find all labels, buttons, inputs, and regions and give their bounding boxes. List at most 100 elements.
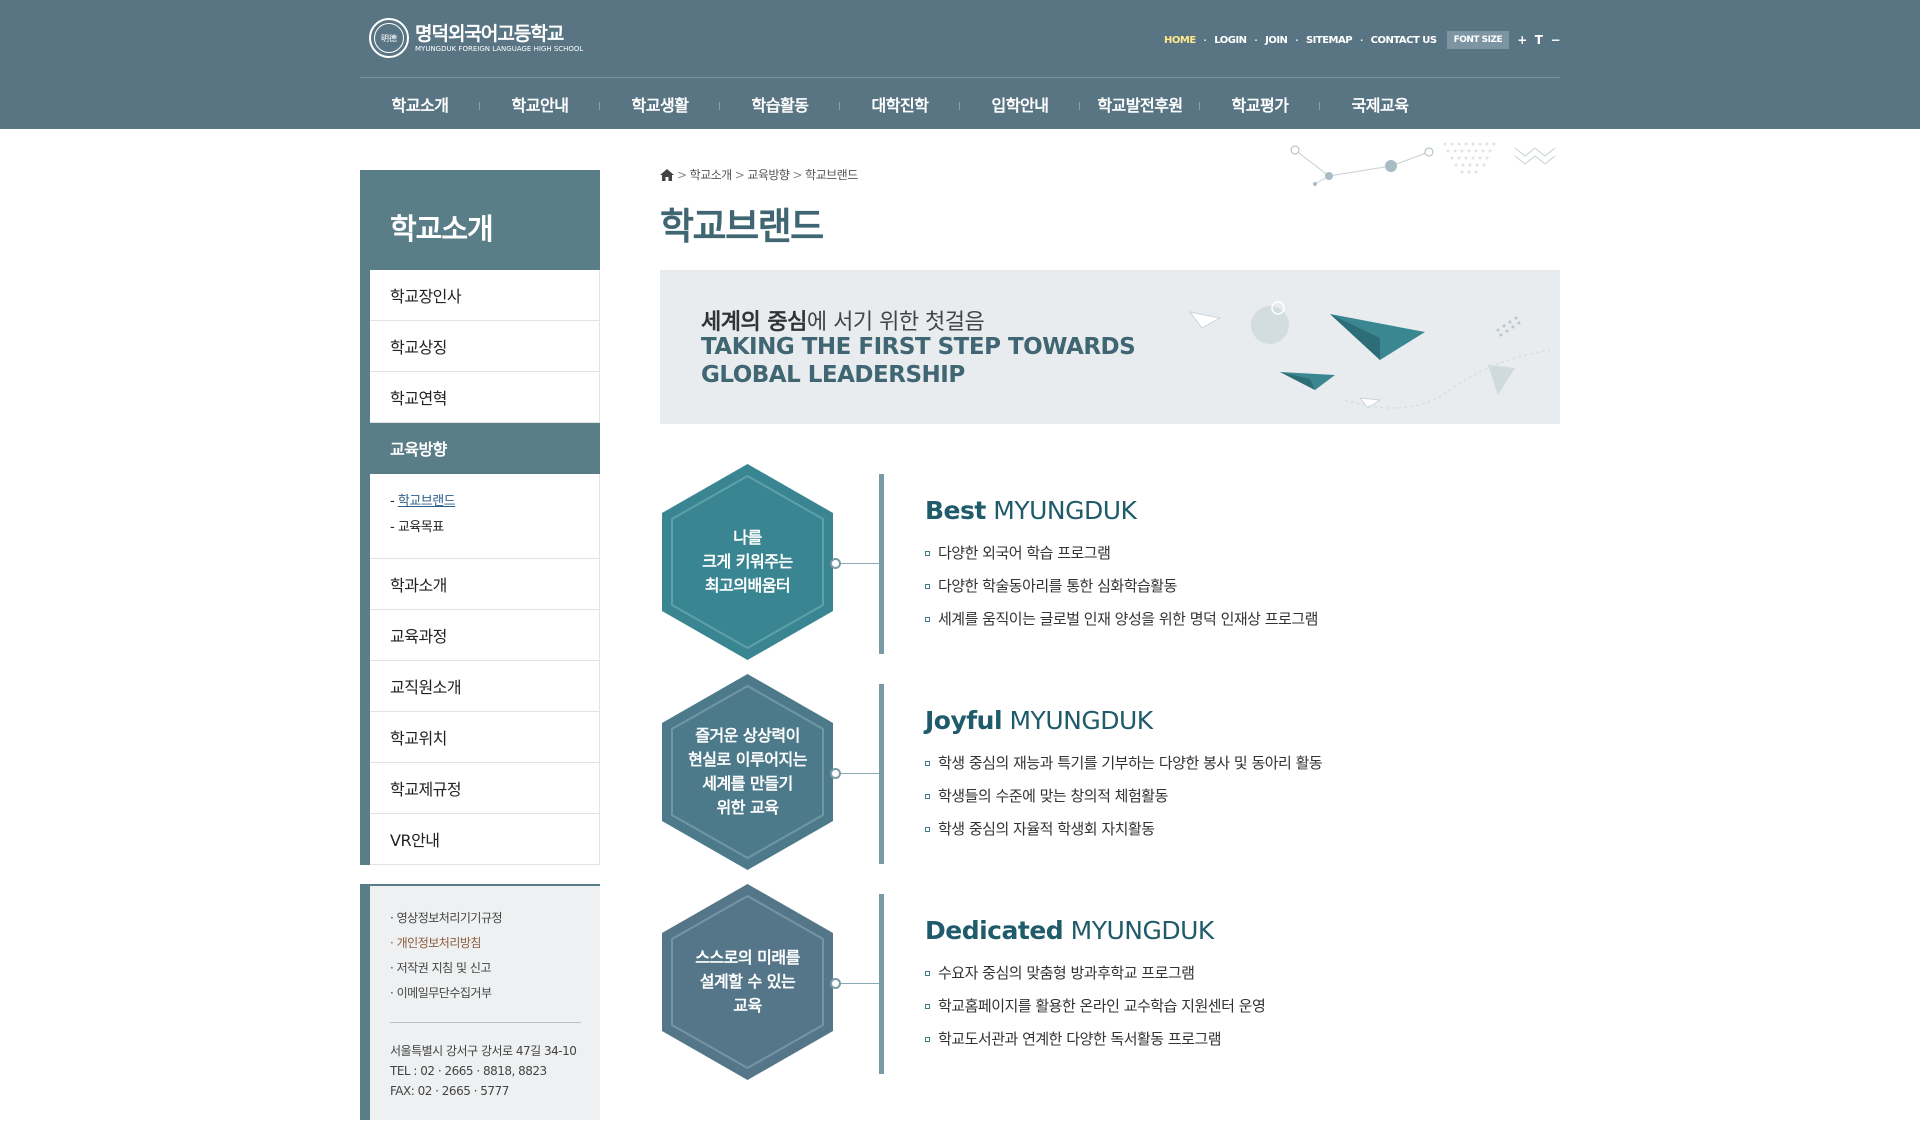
site-header: 明德 명덕외국어고등학교 MYUNGDUK FOREIGN LANGUAGE H… [0,0,1920,129]
list-item: 다양한 학술동아리를 통한 심화학습활동 [925,570,1318,603]
gnb-item[interactable]: 학교안내 [480,78,600,129]
section-title: Best MYUNGDUK [925,496,1137,525]
bullet-icon [925,584,930,589]
section-divider-bar [879,474,884,654]
bullet-icon [925,551,930,556]
submenu-item-school-brand[interactable]: - 학교브랜드 [390,489,599,515]
gnb-item[interactable]: 학습활동 [720,78,840,129]
sidebar-menu: 학교장인사 학교상징 학교연혁 교육방향 - 학교브랜드 - 교육목표 학과소개… [360,270,600,865]
login-link[interactable]: LOGIN [1214,35,1247,46]
font-size-increase-button[interactable]: + [1517,33,1527,47]
join-link[interactable]: JOIN [1265,35,1288,46]
school-address: 서울특별시 강서구 강서로 47길 34-10 [390,1044,577,1058]
bullet-icon [925,1004,930,1009]
site-logo[interactable]: 明德 명덕외국어고등학교 MYUNGDUK FOREIGN LANGUAGE H… [369,18,583,58]
sidebar-item-departments[interactable]: 학과소개 [370,559,600,610]
breadcrumb: > 학교소개 > 교육방향 > 학교브랜드 [660,166,858,183]
logo-korean-name: 명덕외국어고등학교 [415,22,564,45]
connector-line [835,563,879,564]
sidebar-item-school-history[interactable]: 학교연혁 [370,372,600,423]
list-item: 학생 중심의 재능과 특기를 기부하는 다양한 봉사 및 동아리 활동 [925,747,1323,780]
list-item: 학생들의 수준에 맞는 창의적 체험활동 [925,780,1322,813]
list-item: 학교홈페이지를 활용한 온라인 교수학습 지원센터 운영 [925,990,1266,1023]
font-size-decrease-button[interactable]: − [1550,33,1560,47]
cctv-policy-link[interactable]: · 영상정보처리기기규정 [390,906,600,931]
gnb-item[interactable]: 대학진학 [840,78,960,129]
banner-korean-slogan: 세계의 중심에 서기 위한 첫걸음 [701,310,985,335]
bullet-icon [925,1037,930,1042]
chevron-right-icon: > [792,167,803,182]
brand-section-dedicated: 스스로의 미래를 설계할 수 있는 교육 Dedicated MYUNGDUK … [660,882,1560,1082]
paper-plane-illustration [1188,301,1550,409]
gnb-item[interactable]: 학교발전후원 [1080,78,1200,129]
sidebar: 학교소개 학교장인사 학교상징 학교연혁 교육방향 - 학교브랜드 - 교육목표… [360,170,600,865]
home-link[interactable]: HOME [1164,35,1196,46]
list-item: 다양한 외국어 학습 프로그램 [925,537,1318,570]
brand-section-best: 나를 크게 키워주는 최고의배움터 Best MYUNGDUK 다양한 외국어 … [660,462,1560,662]
page-title: 학교브랜드 [660,205,824,248]
section-bullets: 다양한 외국어 학습 프로그램 다양한 학술동아리를 통한 심화학습활동 세계를… [925,537,1318,636]
sidebar-item-school-symbol[interactable]: 학교상징 [370,321,600,372]
font-size-label: FONT SIZE [1446,31,1510,49]
list-item: 학생 중심의 자율적 학생회 자치활동 [925,813,1322,846]
submenu-item-education-goals[interactable]: - 교육목표 [390,515,599,541]
list-item: 학교도서관과 연계한 다양한 독서활동 프로그램 [925,1023,1265,1056]
section-bullets: 학생 중심의 재능과 특기를 기부하는 다양한 봉사 및 동아리 활동 학생들의… [925,747,1323,846]
decorative-network-graphic [1290,142,1556,186]
copyright-link[interactable]: · 저작권 지침 및 신고 [390,956,600,981]
breadcrumb-item[interactable]: 교육방향 [747,166,790,183]
section-title: Dedicated MYUNGDUK [925,916,1214,945]
section-bullets: 수요자 중심의 맞춤형 방과후학교 프로그램 학교홈페이지를 활용한 온라인 교… [925,957,1266,1056]
breadcrumb-item[interactable]: 학교소개 [690,166,733,183]
info-divider [390,1022,581,1023]
sidebar-item-vr-guide[interactable]: VR안내 [370,814,600,865]
bullet-icon [925,617,930,622]
gnb-item[interactable]: 학교생활 [600,78,720,129]
sidebar-item-location[interactable]: 학교위치 [370,712,600,763]
logo-english-name: MYUNGDUK FOREIGN LANGUAGE HIGH SCHOOL [415,44,584,53]
sidebar-info-box: · 영상정보처리기기규정 · 개인정보처리방침 · 저작권 지침 및 신고 · … [360,884,600,1120]
connector-line [835,983,879,984]
font-size-reset-button[interactable]: T [1535,33,1543,47]
gnb-item[interactable]: 학교평가 [1200,78,1320,129]
email-refusal-link[interactable]: · 이메일무단수집거부 [390,981,600,1006]
connector-line [835,773,879,774]
section-title: Joyful MYUNGDUK [925,706,1153,735]
connector-dot [830,768,841,779]
list-item: 세계를 움직이는 글로벌 인재 양성을 위한 명덕 인재상 프로그램 [925,603,1318,636]
home-icon[interactable] [660,168,674,181]
bullet-icon [925,971,930,976]
privacy-policy-link[interactable]: · 개인정보처리방침 [390,931,600,956]
brand-section-joyful: 즐거운 상상력이 현실로 이루어지는 세계를 만들기 위한 교육 Joyful … [660,672,1560,872]
school-fax: FAX: 02 · 2665 · 5777 [390,1084,509,1098]
banner-english-slogan: TAKING THE FIRST STEP TOWARDS GLOBAL LEA… [701,334,1136,388]
chevron-right-icon: > [677,167,687,182]
bullet-icon [925,794,930,799]
contact-us-link[interactable]: CONTACT US [1371,35,1437,46]
sidebar-item-staff[interactable]: 교직원소개 [370,661,600,712]
section-divider-bar [879,894,884,1074]
breadcrumb-item-current: 학교브랜드 [805,168,858,182]
sidebar-title: 학교소개 [360,170,600,270]
school-emblem-icon: 明德 [369,18,409,58]
connector-dot [830,978,841,989]
sidebar-item-curriculum[interactable]: 교육과정 [370,610,600,661]
chevron-right-icon: > [734,167,745,182]
sitemap-link[interactable]: SITEMAP [1306,35,1353,46]
gnb-item[interactable]: 입학안내 [960,78,1080,129]
school-tel: TEL : 02 · 2665 · 8818, 8823 [390,1064,547,1078]
bullet-icon [925,827,930,832]
sidebar-submenu: - 학교브랜드 - 교육목표 [370,474,600,559]
brand-banner: 세계의 중심에 서기 위한 첫걸음 TAKING THE FIRST STEP … [660,270,1560,424]
sidebar-item-education-direction[interactable]: 교육방향 [370,423,600,474]
hexagon-text: 즐거운 상상력이 현실로 이루어지는 세계를 만들기 위한 교육 [688,726,807,817]
section-divider-bar [879,684,884,864]
hexagon-text: 스스로의 미래를 설계할 수 있는 교육 [695,948,800,1015]
sidebar-item-principal-greeting[interactable]: 학교장인사 [370,270,600,321]
gnb-item[interactable]: 학교소개 [360,78,480,129]
gnb-item[interactable]: 국제교육 [1320,78,1440,129]
sidebar-item-regulations[interactable]: 학교제규정 [370,763,600,814]
connector-dot [830,558,841,569]
main-nav: 학교소개 학교안내 학교생활 학습활동 대학진학 입학안내 학교발전후원 학교평… [360,78,1560,129]
hexagon-text: 나를 크게 키워주는 최고의배움터 [702,528,793,595]
